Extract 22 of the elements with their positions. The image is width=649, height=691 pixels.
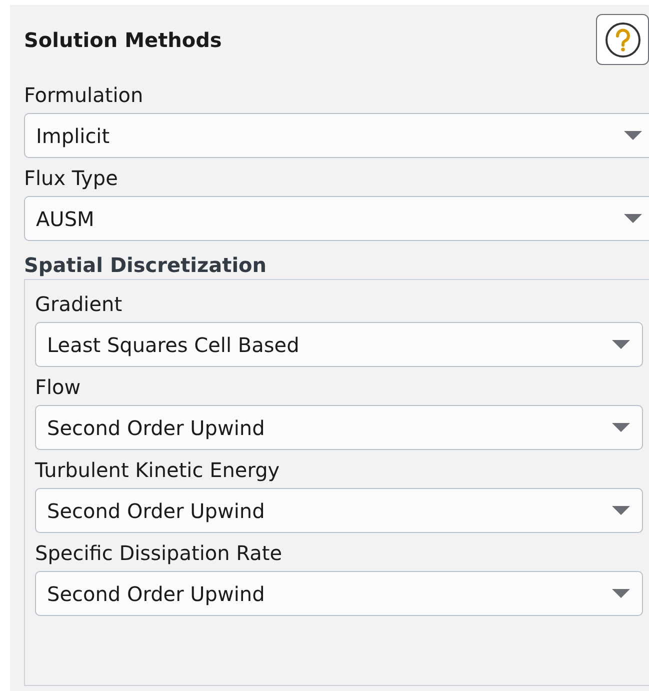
field-label: Gradient bbox=[35, 292, 122, 316]
section-heading: Spatial Discretization bbox=[24, 253, 267, 277]
dropdown[interactable]: AUSM bbox=[24, 196, 649, 241]
caret-icon bbox=[624, 214, 642, 224]
dropdown[interactable]: Implicit bbox=[24, 113, 649, 158]
dropdown[interactable]: Second Order Upwind bbox=[35, 405, 643, 450]
dropdown[interactable]: Second Order Upwind bbox=[35, 571, 643, 616]
help-button[interactable] bbox=[596, 14, 649, 65]
field-label: Flow bbox=[35, 375, 81, 399]
caret-icon bbox=[612, 588, 630, 598]
caret-icon bbox=[612, 340, 630, 350]
field-label: Formulation bbox=[24, 83, 144, 107]
panel-title: Solution Methods bbox=[24, 28, 222, 52]
help-icon bbox=[604, 20, 642, 58]
field-label: Specific Dissipation Rate bbox=[35, 541, 282, 565]
dropdown[interactable]: Least Squares Cell Based bbox=[35, 322, 643, 367]
caret-icon bbox=[612, 506, 630, 516]
caret-icon bbox=[624, 130, 642, 140]
caret-icon bbox=[612, 422, 630, 432]
field-label: Flux Type bbox=[24, 166, 118, 190]
field-label: Turbulent Kinetic Energy bbox=[35, 458, 280, 482]
dropdown[interactable]: Second Order Upwind bbox=[35, 488, 643, 533]
